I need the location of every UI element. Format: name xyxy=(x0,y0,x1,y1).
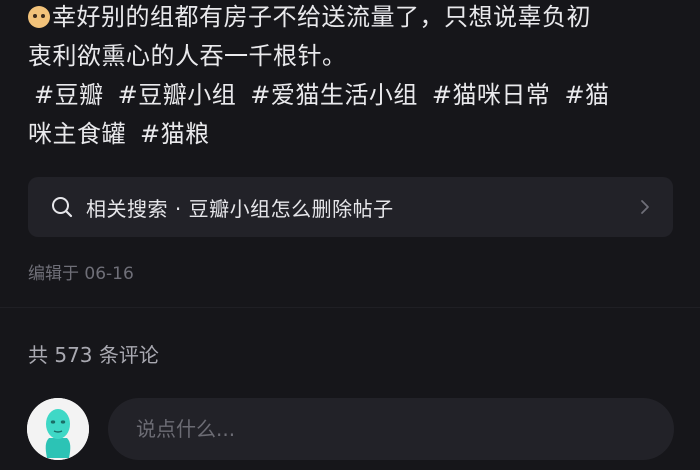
avatar[interactable] xyxy=(27,398,89,460)
tag-cat-main-food-can-part1[interactable]: #猫 xyxy=(564,81,609,109)
search-icon xyxy=(50,195,74,219)
related-search-card[interactable]: 相关搜索 · 豆瓣小组怎么删除帖子 xyxy=(28,177,673,237)
post-body: 幸好别的组都有房子不给送流量了，只想说辜负初 衷利欲熏心的人吞一千根针。 #豆瓣… xyxy=(28,0,678,154)
tag-cat-life-group[interactable]: #爱猫生活小组 xyxy=(250,81,418,109)
related-search-text: 相关搜索 · 豆瓣小组怎么删除帖子 xyxy=(86,196,394,221)
tag-douban[interactable]: #豆瓣 xyxy=(34,81,104,109)
edited-date: 编辑于 06-16 xyxy=(28,264,134,284)
comment-count: 共 573 条评论 xyxy=(28,343,159,367)
tag-cat-daily[interactable]: #猫咪日常 xyxy=(432,81,551,109)
post-text-line-2: 衷利欲熏心的人吞一千根针。 xyxy=(28,42,347,70)
post-text-line-1: 幸好别的组都有房子不给送流量了，只想说辜负初 xyxy=(52,3,591,31)
post-line-2: 衷利欲熏心的人吞一千根针。 xyxy=(28,37,678,76)
tag-douban-group[interactable]: #豆瓣小组 xyxy=(118,81,237,109)
tag-cat-main-food-can-part2[interactable]: 咪主食罐 xyxy=(28,120,126,148)
tag-row-1: #豆瓣 #豆瓣小组 #爱猫生活小组 #猫咪日常 #猫 xyxy=(34,76,678,115)
post-line-1: 幸好别的组都有房子不给送流量了，只想说辜负初 xyxy=(28,0,678,37)
tag-cat-food[interactable]: #猫粮 xyxy=(140,120,210,148)
tag-row-2: 咪主食罐 #猫粮 xyxy=(28,115,678,154)
chevron-right-icon xyxy=(639,197,651,217)
divider xyxy=(0,307,700,308)
avatar-face-icon xyxy=(27,398,89,460)
comment-input[interactable] xyxy=(108,398,674,460)
emoji-icon xyxy=(28,6,50,28)
